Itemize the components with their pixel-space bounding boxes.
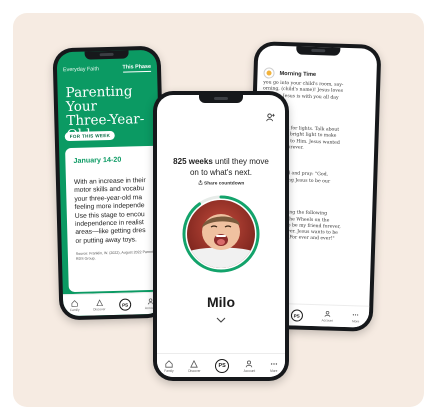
nav-account[interactable]: Account: [321, 310, 333, 323]
add-child-icon[interactable]: [266, 113, 275, 122]
section-morning-title: Morning Time: [263, 67, 372, 81]
countdown-screen: 825 weeks until they move on to what's n…: [157, 95, 285, 377]
home-icon: [165, 359, 173, 368]
home-icon: [71, 300, 78, 307]
nav-more[interactable]: More: [270, 360, 278, 373]
chevron-down-icon[interactable]: [216, 317, 226, 323]
compass-icon: [95, 299, 103, 307]
nav-discover[interactable]: Discover: [93, 299, 106, 311]
nav-home-logo[interactable]: PS: [290, 309, 303, 322]
this-phase-screen: Everyday Faith This Phase Parenting Your…: [56, 49, 164, 317]
share-countdown-button[interactable]: Share countdown: [157, 180, 285, 187]
date-range: January 14-20: [73, 154, 122, 165]
nav-account[interactable]: Account: [244, 360, 255, 373]
phone-notch: [199, 95, 243, 103]
person-icon: [324, 310, 331, 317]
nav-discover[interactable]: Discover: [188, 359, 201, 373]
child-photo: [187, 200, 255, 268]
compass-icon: [190, 359, 199, 368]
tab-everyday-faith[interactable]: Everyday Faith: [63, 66, 99, 73]
person-icon: [246, 360, 253, 367]
more-icon: [353, 314, 359, 316]
phone-countdown: 825 weeks until they move on to what's n…: [153, 91, 289, 381]
phone-this-phase: Everyday Faith This Phase Parenting Your…: [52, 45, 168, 321]
nav-family[interactable]: Family: [70, 300, 80, 312]
phone-notch: [295, 46, 340, 56]
parent-cue-logo: PS: [118, 298, 132, 311]
bottom-nav: Family Discover PS Account More: [157, 353, 285, 377]
sun-icon: [263, 67, 275, 79]
parent-cue-logo: PS: [290, 309, 303, 322]
week-body-text: With an increase in their motor skills a…: [73, 177, 146, 245]
more-icon: [270, 362, 277, 365]
source-note: Source: Franklin, W. (2022), August 2022…: [75, 249, 162, 261]
nav-more[interactable]: More: [352, 311, 360, 324]
top-tabs: Everyday Faith This Phase: [57, 60, 157, 79]
weeks-countdown: 825 weeks until they move on to what's n…: [173, 157, 269, 177]
child-name: Milo: [207, 294, 235, 310]
phone-notch: [84, 50, 129, 60]
child-photo-ring[interactable]: [181, 194, 261, 274]
nav-family[interactable]: Family: [164, 359, 174, 373]
week-badge: FOR THIS WEEK: [64, 130, 116, 142]
nav-home-logo[interactable]: PS: [215, 359, 230, 373]
week-card: January 14-20 With an increase in their …: [65, 145, 164, 293]
parent-cue-logo: PS: [215, 359, 230, 373]
bottom-nav: Family Discover PS Account: [62, 291, 164, 317]
nav-home-logo[interactable]: PS: [118, 298, 132, 311]
share-icon: [198, 180, 203, 185]
tab-this-phase[interactable]: This Phase: [122, 63, 152, 73]
